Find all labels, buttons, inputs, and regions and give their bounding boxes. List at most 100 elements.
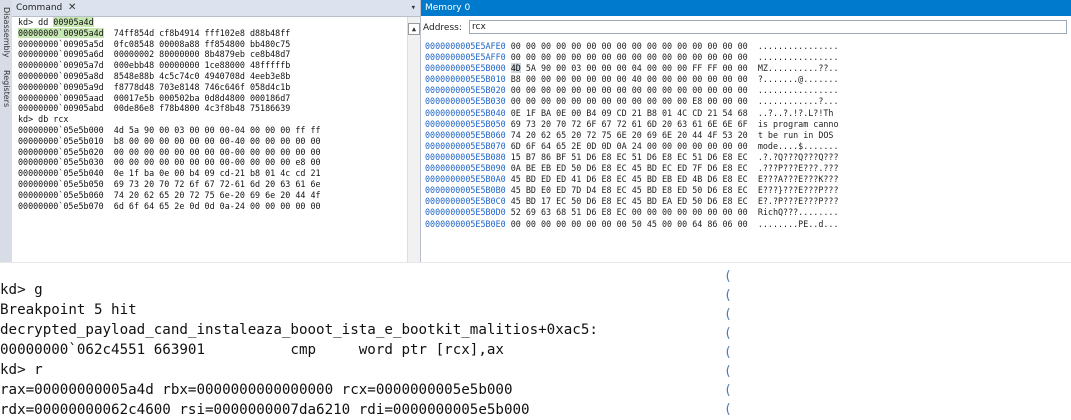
command-text: 00000000`05e5b000 4d 5a 90 00 03 00 00 0… <box>18 124 321 135</box>
gutter-glyph: ( <box>724 345 732 360</box>
console-line: decrypted_payload_cand_instaleaza_booot_… <box>0 322 598 338</box>
memory-hex: 5A 90 00 03 00 00 00 04 00 00 00 FF FF 0… <box>520 63 748 74</box>
memory-address: 0000000005E5B0E0 <box>425 218 506 229</box>
memory-address: 0000000005E5B060 <box>425 129 506 140</box>
command-text: kd> db rcx <box>18 114 69 125</box>
command-text: 00000000`05e5b010 b8 00 00 00 00 00 00 0… <box>18 135 321 146</box>
memory-row: 0000000005E5B040 0E 1F BA 0E 00 B4 09 CD… <box>425 108 1069 119</box>
command-line: 00000000`00905a9d f8778d48 703e8148 746c… <box>18 82 403 93</box>
memory-row: 0000000005E5B0B0 45 BD E0 ED 7D D4 E8 EC… <box>425 185 1069 196</box>
command-line: 00000000`00905a4d 74ff854d cf8b4914 fff1… <box>18 27 403 39</box>
command-text: 00000000`05e5b070 6d 6f 64 65 2e 0d 0d 0… <box>18 200 321 211</box>
memory-address: 0000000005E5AFE0 <box>425 41 506 51</box>
tab-registers[interactable]: Registers <box>0 64 12 114</box>
memory-row: 0000000005E5B020 00 00 00 00 00 00 00 00… <box>425 85 1069 96</box>
chevron-down-icon[interactable]: ▾ <box>411 0 416 16</box>
memory-ascii: ................ <box>757 41 839 51</box>
command-line: 00000000`00905a8d 8548e88b 4c5c74c0 4940… <box>18 71 403 82</box>
memory-address: 0000000005E5B020 <box>425 85 506 96</box>
command-window-header: Command ✕ ▾ <box>12 0 420 17</box>
command-text: kd> dd <box>18 17 54 27</box>
memory-hex: 45 BD 17 EC 50 D6 E8 EC 45 BD EA ED 50 D… <box>510 196 748 207</box>
memory-row: 0000000005E5AFE0 00 00 00 00 00 00 00 00… <box>425 41 1069 52</box>
memory-ascii: RichQ???........ <box>757 207 839 218</box>
memory-row: 0000000005E5B090 0A BE EB ED 50 D6 E8 EC… <box>425 163 1069 174</box>
command-text: 00000000`05e5b050 69 73 20 70 72 6f 67 7… <box>18 178 321 189</box>
memory-ascii: E?.?P???E???P??? <box>757 196 839 207</box>
command-window: Command ✕ ▾ kd> dd 00905a4d 00000000`0090… <box>12 0 421 262</box>
console-line: Breakpoint 5 hit <box>0 302 137 318</box>
memory-address: 0000000005E5AFF0 <box>425 52 506 63</box>
command-line: 00000000`00905abd 00de86e8 f78b4800 4c3f… <box>18 103 403 114</box>
scrollbar[interactable]: ▲ <box>407 17 420 262</box>
memory-window: Memory 0 Address: 0000000005E5AFE0 00 00… <box>421 0 1071 262</box>
memory-address: 0000000005E5B070 <box>425 140 506 151</box>
command-text: 00000000`00905a8d 8548e88b 4c5c74c0 4940… <box>18 70 291 81</box>
memory-row: 0000000005E5B0C0 45 BD 17 EC 50 D6 E8 EC… <box>425 196 1069 207</box>
command-line: 00000000`05e5b040 0e 1f ba 0e 00 b4 09 c… <box>18 168 403 179</box>
command-line: 00000000`05e5b060 74 20 62 65 20 72 75 6… <box>18 190 403 201</box>
memory-ascii: ............?... <box>757 96 839 107</box>
memory-hex: 0E 1F BA 0E 00 B4 09 CD 21 B8 01 4C CD 2… <box>510 107 748 118</box>
memory-hex: 00 00 00 00 00 00 00 00 00 00 00 00 00 0… <box>510 85 748 96</box>
command-line: 00000000`05e5b000 4d 5a 90 00 03 00 00 0… <box>18 125 403 136</box>
memory-dump[interactable]: 0000000005E5AFE0 00 00 00 00 00 00 00 00… <box>425 41 1069 260</box>
memory-address: 0000000005E5B050 <box>425 118 506 129</box>
memory-ascii: .?.?Q???Q???Q??? <box>757 151 839 162</box>
scroll-up-arrow-icon[interactable]: ▲ <box>408 23 420 35</box>
close-icon[interactable]: ✕ <box>68 0 76 16</box>
divider <box>0 262 1071 263</box>
command-line: 00000000`05e5b050 69 73 20 70 72 6f 67 7… <box>18 179 403 190</box>
memory-hex: 52 69 63 68 51 D6 E8 EC 00 00 00 00 00 0… <box>510 207 748 218</box>
memory-row: 0000000005E5B010 B8 00 00 00 00 00 00 00… <box>425 74 1069 85</box>
memory-hex: B8 00 00 00 00 00 00 00 40 00 00 00 00 0… <box>510 74 748 85</box>
command-text: 00000000`05e5b040 0e 1f ba 0e 00 b4 09 c… <box>18 168 321 179</box>
highlighted-address: 00905a4d <box>53 17 94 27</box>
memory-ascii: E???A???E???K??? <box>757 174 839 185</box>
memory-row: 0000000005E5B000 4D 5A 90 00 03 00 00 00… <box>425 63 1069 74</box>
memory-address: 0000000005E5B0A0 <box>425 174 506 185</box>
command-line: kd> dd 00905a4d <box>18 17 403 28</box>
command-output[interactable]: kd> dd 00905a4d 00000000`00905a4d 74ff854… <box>18 17 403 262</box>
command-text: 00000000`00905a9d f8778d48 703e8148 746c… <box>18 81 291 92</box>
memory-ascii: ........PE..d... <box>757 218 839 229</box>
selected-byte[interactable]: 4D <box>510 63 521 74</box>
command-text: 00000000`00905abd 00de86e8 f78b4800 4c3f… <box>18 103 291 114</box>
memory-hex: 00 00 00 00 00 00 00 00 00 00 00 00 00 0… <box>510 52 748 63</box>
address-input[interactable] <box>469 20 1067 34</box>
memory-ascii: is program canno <box>757 118 839 129</box>
command-text: 74ff854d cf8b4914 fff102e8 d88b48ff <box>103 27 291 38</box>
memory-ascii: ................ <box>757 52 839 63</box>
memory-row: 0000000005E5B070 6D 6F 64 65 2E 0D 0D 0A… <box>425 141 1069 152</box>
tab-command[interactable]: Command <box>16 0 62 16</box>
memory-row: 0000000005E5B080 15 B7 86 BF 51 D6 E8 EC… <box>425 152 1069 163</box>
console-output[interactable]: kd> g Breakpoint 5 hit decrypted_payload_c… <box>0 280 690 420</box>
memory-address: 0000000005E5B040 <box>425 107 506 118</box>
command-text: 00000000`00905a6d 00000002 80000000 8b48… <box>18 49 291 60</box>
console-line: rax=00000000005a4d rbx=0000000000000000 … <box>0 382 513 398</box>
command-line: 00000000`00905a5d 0fc08548 00008a88 ff85… <box>18 39 403 50</box>
command-line: kd> db rcx <box>18 114 403 125</box>
memory-address: 0000000005E5B080 <box>425 151 506 162</box>
memory-address: 0000000005E5B000 <box>425 63 506 74</box>
memory-address: 0000000005E5B0B0 <box>425 185 506 196</box>
memory-hex: 45 BD ED ED 41 D6 E8 EC 45 BD EB ED 4B D… <box>510 174 748 185</box>
memory-ascii: t be run in DOS <box>757 129 839 140</box>
memory-ascii: ................ <box>757 85 839 96</box>
memory-row: 0000000005E5B030 00 00 00 00 00 00 00 00… <box>425 96 1069 107</box>
memory-window-title: Memory 0 <box>425 3 471 13</box>
memory-row: 0000000005E5B050 69 73 20 70 72 6F 67 72… <box>425 119 1069 130</box>
gutter-glyph: ( <box>724 383 732 398</box>
gutter-glyph: ( <box>724 326 732 341</box>
memory-hex: 15 B7 86 BF 51 D6 E8 EC 51 D6 E8 EC 51 D… <box>510 151 748 162</box>
tab-disassembly[interactable]: Disassembly <box>0 2 12 62</box>
memory-address: 0000000005E5B0C0 <box>425 196 506 207</box>
memory-address: 0000000005E5B0D0 <box>425 207 506 218</box>
command-line: 00000000`00905a7d 000ebb48 00000000 1ce8… <box>18 60 403 71</box>
memory-row: 0000000005E5B0A0 45 BD ED ED 41 D6 E8 EC… <box>425 174 1069 185</box>
memory-ascii: MZ..........??.. <box>757 63 839 74</box>
command-text: 00000000`05e5b030 00 00 00 00 00 00 00 0… <box>18 157 321 168</box>
highlighted-address: 00000000`00905a4d <box>18 27 104 38</box>
memory-row: 0000000005E5AFF0 00 00 00 00 00 00 00 00… <box>425 52 1069 63</box>
command-line: 00000000`05e5b030 00 00 00 00 00 00 00 0… <box>18 157 403 168</box>
